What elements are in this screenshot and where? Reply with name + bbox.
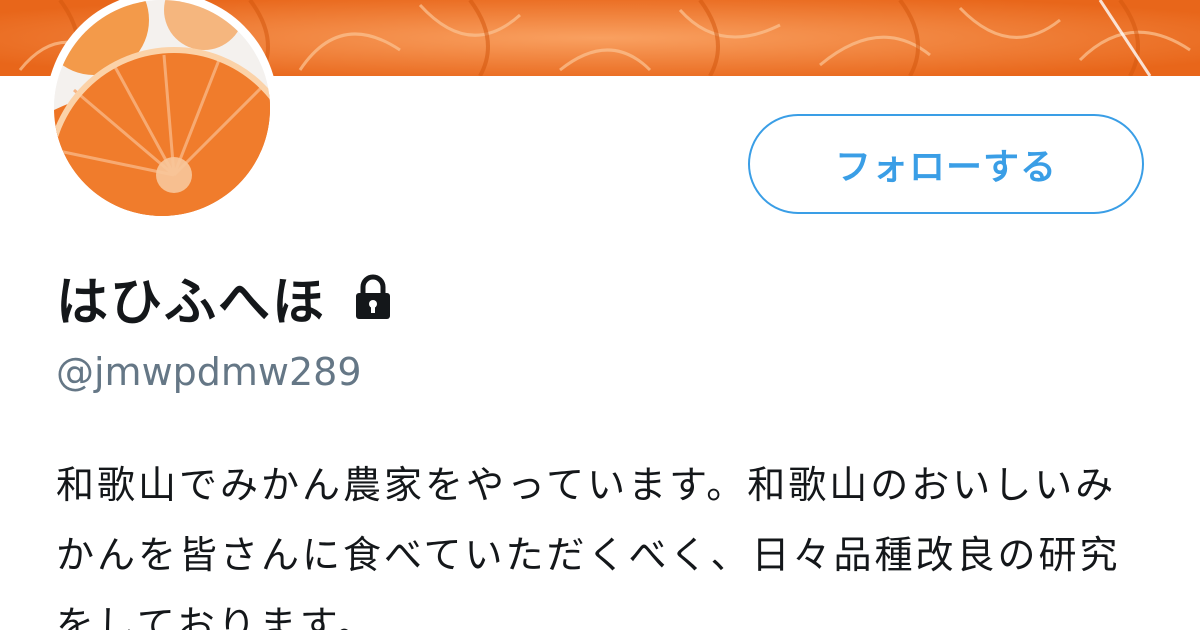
avatar-image [54, 0, 270, 216]
profile-bio: 和歌山でみかん農家をやっています。和歌山のおいしいみかんを皆さんに食べていただく… [56, 463, 1121, 630]
orange-slice-icon [54, 0, 270, 216]
lock-icon [348, 272, 398, 322]
name-row: はひふへほ [56, 262, 398, 333]
display-name: はひふへほ [56, 272, 327, 333]
profile-page: フォローする はひふへほ @jmwpdmw289 和歌山でみかん農家をやっていま… [0, 0, 1200, 630]
user-handle: @jmwpdmw289 [56, 350, 362, 394]
avatar[interactable] [46, 0, 278, 224]
follow-button[interactable]: フォローする [748, 114, 1144, 214]
